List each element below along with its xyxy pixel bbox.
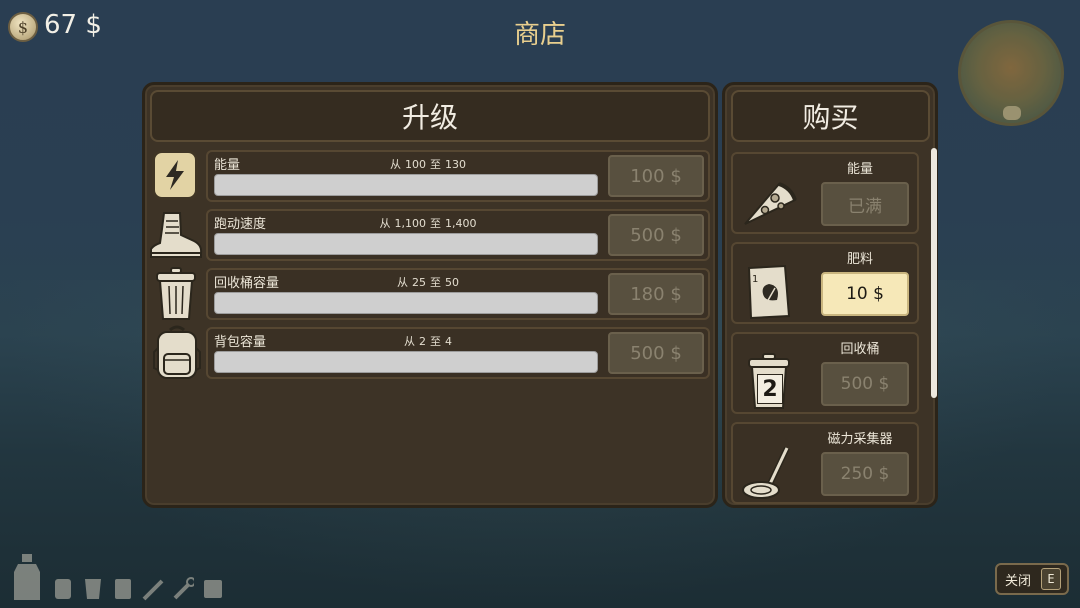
backpack-icon	[152, 324, 202, 379]
upgrade-progress-bar	[214, 351, 598, 373]
fertilizer-bag-icon: 1	[739, 262, 799, 322]
cup-icon[interactable]	[82, 576, 104, 602]
pizza-slice-icon	[739, 172, 799, 232]
buy-item-recycle-bin: 2 回收桶 500 $	[731, 332, 919, 414]
keycap-e: E	[1041, 568, 1062, 590]
upgrade-label: 跑动速度	[214, 217, 267, 232]
hotbar	[10, 552, 224, 602]
upgrade-buy-button[interactable]: 180 $	[608, 273, 704, 315]
upgrade-range: 从 25 至 50	[397, 276, 459, 289]
upgrade-row-backpack-capacity: 背包容量 从2至4 500 $	[206, 327, 710, 379]
buy-header: 购买	[731, 90, 930, 142]
upgrade-buy-button[interactable]: 500 $	[608, 332, 704, 374]
upgrade-range: 从 1,100 至 1,400	[379, 217, 477, 230]
close-label: 关闭	[1005, 573, 1032, 589]
screwdriver-icon[interactable]	[142, 576, 164, 602]
buy-item-magnet-collector: 磁力采集器 250 $	[731, 422, 919, 504]
jar-icon[interactable]	[112, 576, 134, 602]
upgrade-row-energy: 能量 从 100 至 130 100 $	[206, 150, 710, 202]
upgrade-buy-button[interactable]: 100 $	[608, 155, 704, 197]
page-title: 商店	[513, 20, 566, 50]
boot-icon	[148, 209, 203, 259]
wrench-icon[interactable]	[172, 576, 194, 602]
svg-text:1: 1	[752, 274, 758, 285]
buy-button[interactable]: 10 $	[821, 272, 909, 316]
buy-item-name: 磁力采集器	[827, 432, 893, 447]
buy-button[interactable]: 250 $	[821, 452, 909, 496]
upgrade-label: 能量	[214, 158, 241, 173]
upgrade-row-bin-capacity: 回收桶容量 从 25 至 50 180 $	[206, 268, 710, 320]
upgrade-header: 升级	[150, 90, 710, 142]
buy-item-name: 肥料	[846, 252, 873, 267]
buy-item-name: 能量	[846, 162, 873, 177]
buy-item-energy: 能量 已满	[731, 152, 919, 234]
upgrade-range: 从 100 至 130	[390, 158, 466, 171]
upgrade-progress-bar	[214, 292, 598, 314]
trash-can-icon	[154, 266, 204, 320]
minimap-marker-icon	[1003, 106, 1021, 120]
buy-button[interactable]: 已满	[821, 182, 909, 226]
lightning-icon	[152, 150, 202, 200]
buy-button[interactable]: 500 $	[821, 362, 909, 406]
close-button[interactable]: 关闭 E	[995, 563, 1069, 595]
jar-icon[interactable]	[52, 576, 74, 602]
upgrade-progress-bar	[214, 233, 598, 255]
buy-item-name: 回收桶	[840, 342, 880, 357]
bin-count-badge: 2	[757, 374, 783, 404]
upgrade-row-run-speed: 跑动速度 从 1,100 至 1,400 500 $	[206, 209, 710, 261]
buy-item-fertilizer: 1 肥料 10 $	[731, 242, 919, 324]
bottle-icon[interactable]	[10, 552, 44, 602]
upgrade-label: 回收桶容量	[214, 276, 280, 291]
upgrade-label: 背包容量	[214, 335, 267, 350]
upgrade-buy-button[interactable]: 500 $	[608, 214, 704, 256]
trash-can-2-icon: 2	[739, 352, 799, 412]
metal-detector-icon	[739, 442, 799, 502]
box-icon[interactable]	[202, 576, 224, 602]
upgrade-range: 从2至4	[404, 335, 452, 348]
upgrade-progress-bar	[214, 174, 598, 196]
buy-scrollbar[interactable]	[931, 148, 937, 398]
